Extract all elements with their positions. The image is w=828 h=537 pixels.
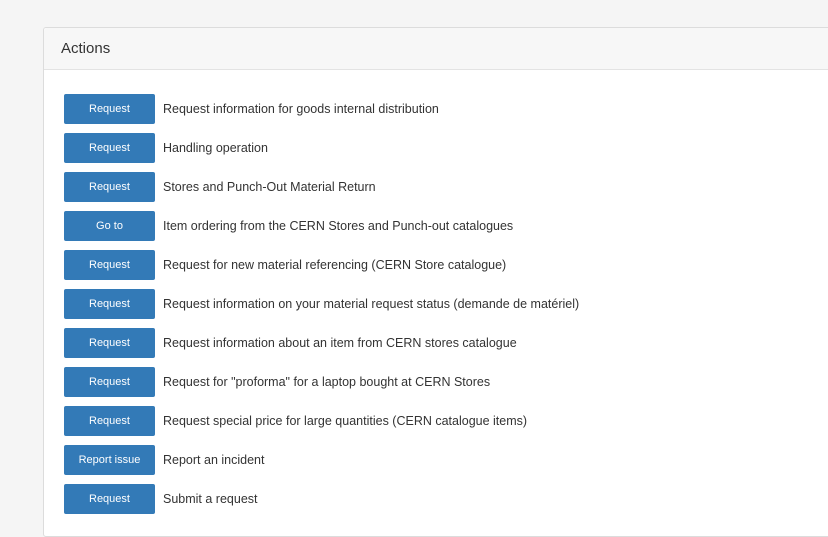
- actions-panel: Actions Request Request information for …: [43, 27, 828, 537]
- panel-title: Actions: [61, 40, 111, 57]
- action-label: Request information for goods internal d…: [163, 101, 439, 116]
- request-handling-operation-button[interactable]: Request: [64, 132, 155, 163]
- action-label: Request for "proforma" for a laptop boug…: [163, 374, 491, 389]
- action-label: Stores and Punch-Out Material Return: [163, 179, 376, 194]
- submit-request-button[interactable]: Request: [64, 483, 155, 514]
- panel-header: Actions: [44, 28, 828, 70]
- action-label: Item ordering from the CERN Stores and P…: [163, 218, 514, 233]
- request-item-information-button[interactable]: Request: [64, 327, 155, 358]
- action-label: Request special price for large quantiti…: [163, 413, 528, 428]
- request-material-return-button[interactable]: Request: [64, 171, 155, 202]
- action-label: Request information about an item from C…: [163, 335, 517, 350]
- action-label: Request information on your material req…: [163, 296, 580, 311]
- action-row-proforma: Request Request for "proforma" for a lap…: [64, 362, 579, 401]
- action-label: Request for new material referencing (CE…: [163, 257, 507, 272]
- action-row-item-ordering: Go to Item ordering from the CERN Stores…: [64, 206, 579, 245]
- action-row-item-information: Request Request information about an ite…: [64, 323, 579, 362]
- report-issue-button[interactable]: Report issue: [64, 444, 155, 475]
- request-status-button[interactable]: Request: [64, 288, 155, 319]
- action-row-material-return: Request Stores and Punch-Out Material Re…: [64, 167, 579, 206]
- request-special-price-button[interactable]: Request: [64, 405, 155, 436]
- request-proforma-button[interactable]: Request: [64, 366, 155, 397]
- goto-item-ordering-button[interactable]: Go to: [64, 210, 155, 241]
- action-label: Report an incident: [163, 452, 265, 467]
- request-goods-distribution-button[interactable]: Request: [64, 93, 155, 124]
- action-row-report-incident: Report issue Report an incident: [64, 440, 579, 479]
- request-material-referencing-button[interactable]: Request: [64, 249, 155, 280]
- action-label: Handling operation: [163, 140, 268, 155]
- action-row-handling-operation: Request Handling operation: [64, 128, 579, 167]
- action-row-material-referencing: Request Request for new material referen…: [64, 245, 579, 284]
- action-row-submit-request: Request Submit a request: [64, 479, 579, 518]
- action-row-goods-distribution: Request Request information for goods in…: [64, 89, 579, 128]
- action-row-special-price: Request Request special price for large …: [64, 401, 579, 440]
- action-row-request-status: Request Request information on your mate…: [64, 284, 579, 323]
- action-list: Request Request information for goods in…: [64, 89, 579, 518]
- action-label: Submit a request: [163, 491, 258, 506]
